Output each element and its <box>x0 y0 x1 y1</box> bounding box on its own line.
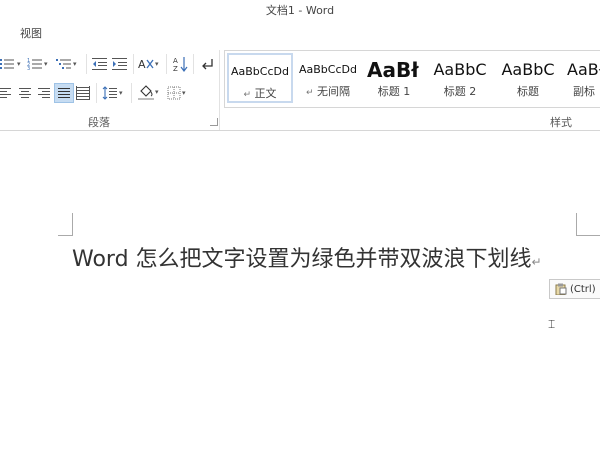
paragraph-mark: ↵ <box>305 88 314 98</box>
chevron-down-icon: ▾ <box>155 88 159 96</box>
chevron-down-icon: ▾ <box>44 60 48 68</box>
styles-group-label: 样式 <box>550 116 572 129</box>
paragraph-dialog-launcher[interactable] <box>210 118 218 126</box>
svg-text:A: A <box>173 57 178 65</box>
chinese-layout-icon: A <box>138 58 154 71</box>
separator <box>193 54 194 74</box>
document-area[interactable]: Word 怎么把文字设置为绿色并带双波浪下划线↵ (Ctrl) ⌶ <box>0 131 600 450</box>
chevron-down-icon: ▾ <box>73 60 77 68</box>
styles-gallery: AaBbCcDd ↵ 正文 AaBbCcDd ↵ 无间隔 AaBł 标题 1 A… <box>224 50 600 108</box>
style-preview: AaBł <box>367 58 419 82</box>
shading-button[interactable]: ▾ <box>138 84 159 100</box>
borders-button[interactable]: ▾ <box>167 85 186 101</box>
justify-button[interactable] <box>54 83 74 103</box>
separator <box>131 83 132 103</box>
chinese-layout-button[interactable]: A ▾ <box>138 56 159 72</box>
style-preview: AaBbC <box>433 60 487 79</box>
shading-icon <box>138 85 154 100</box>
style-heading-2[interactable]: AaBbC 标题 2 <box>427 53 493 103</box>
align-right-icon <box>38 88 50 98</box>
paste-options-button[interactable]: (Ctrl) <box>549 279 600 299</box>
numbering-button[interactable]: 123 ▾ <box>27 56 48 72</box>
svg-text:Z: Z <box>173 65 178 72</box>
align-left-icon <box>0 88 11 98</box>
chevron-down-icon: ▾ <box>155 60 159 68</box>
separator <box>166 54 167 74</box>
svg-text:3: 3 <box>27 66 30 71</box>
justify-icon <box>58 88 70 98</box>
bullets-icon <box>0 59 14 69</box>
style-name: 正文 <box>254 87 277 100</box>
svg-text:A: A <box>138 58 146 71</box>
style-heading-1[interactable]: AaBł 标题 1 <box>363 53 425 103</box>
document-line: Word 怎么把文字设置为绿色并带双波浪下划线 <box>72 247 532 272</box>
show-marks-icon <box>202 59 213 70</box>
decrease-indent-icon <box>92 58 107 70</box>
chevron-down-icon: ▾ <box>17 60 21 68</box>
style-name: 标题 2 <box>443 85 477 98</box>
style-preview: AaBbC <box>501 60 555 79</box>
increase-indent-button[interactable] <box>112 56 128 72</box>
align-center-icon <box>19 88 31 98</box>
style-preview: AaBł <box>567 60 600 79</box>
chevron-down-icon: ▾ <box>119 89 123 97</box>
tab-view[interactable]: 视图 <box>20 25 42 41</box>
increase-indent-icon <box>112 58 127 70</box>
style-name: 无间隔 <box>317 85 351 98</box>
distributed-icon <box>76 86 90 100</box>
style-title[interactable]: AaBbC 标题 <box>495 53 561 103</box>
style-preview: AaBbCcDd <box>299 63 357 76</box>
bullets-button[interactable]: ▾ <box>0 56 21 72</box>
line-spacing-icon <box>102 86 117 100</box>
text-cursor-icon: ⌶ <box>548 317 556 331</box>
style-subtitle[interactable]: AaBł 副标 <box>563 53 600 103</box>
document-text[interactable]: Word 怎么把文字设置为绿色并带双波浪下划线↵ <box>72 241 542 273</box>
show-marks-button[interactable] <box>199 56 215 72</box>
paragraph-mark: ↵ <box>243 90 252 100</box>
multilevel-list-icon <box>56 59 71 69</box>
multilevel-list-button[interactable]: ▾ <box>56 56 77 72</box>
style-name: 标题 <box>517 85 539 98</box>
style-name: 副标 <box>573 85 595 98</box>
ribbon-tab-row: 视图 <box>0 22 600 42</box>
margin-corner-mark <box>58 213 73 236</box>
decrease-indent-button[interactable] <box>92 56 108 72</box>
style-no-spacing[interactable]: AaBbCcDd ↵ 无间隔 <box>295 53 361 103</box>
align-center-button[interactable] <box>18 85 32 101</box>
separator <box>133 54 134 74</box>
borders-icon <box>167 86 181 100</box>
line-spacing-button[interactable]: ▾ <box>102 85 123 101</box>
paste-options-label: (Ctrl) <box>570 283 596 295</box>
sort-button[interactable]: AZ <box>173 56 189 72</box>
align-right-button[interactable] <box>37 85 51 101</box>
margin-corner-mark <box>576 213 600 236</box>
distributed-button[interactable] <box>76 85 90 101</box>
group-separator <box>219 50 220 130</box>
style-normal[interactable]: AaBbCcDd ↵ 正文 <box>227 53 293 103</box>
paragraph-group-label: 段落 <box>88 116 110 129</box>
style-name: 标题 1 <box>377 85 411 98</box>
sort-icon: AZ <box>173 57 188 72</box>
paragraph-mark: ↵ <box>531 255 542 269</box>
window-title: 文档1 - Word <box>265 4 335 17</box>
style-preview: AaBbCcDd <box>231 65 289 78</box>
separator <box>96 83 97 103</box>
numbering-icon: 123 <box>27 58 42 71</box>
separator <box>86 54 87 74</box>
clipboard-icon <box>555 283 567 295</box>
chevron-down-icon: ▾ <box>182 89 186 97</box>
align-left-button[interactable] <box>0 85 12 101</box>
